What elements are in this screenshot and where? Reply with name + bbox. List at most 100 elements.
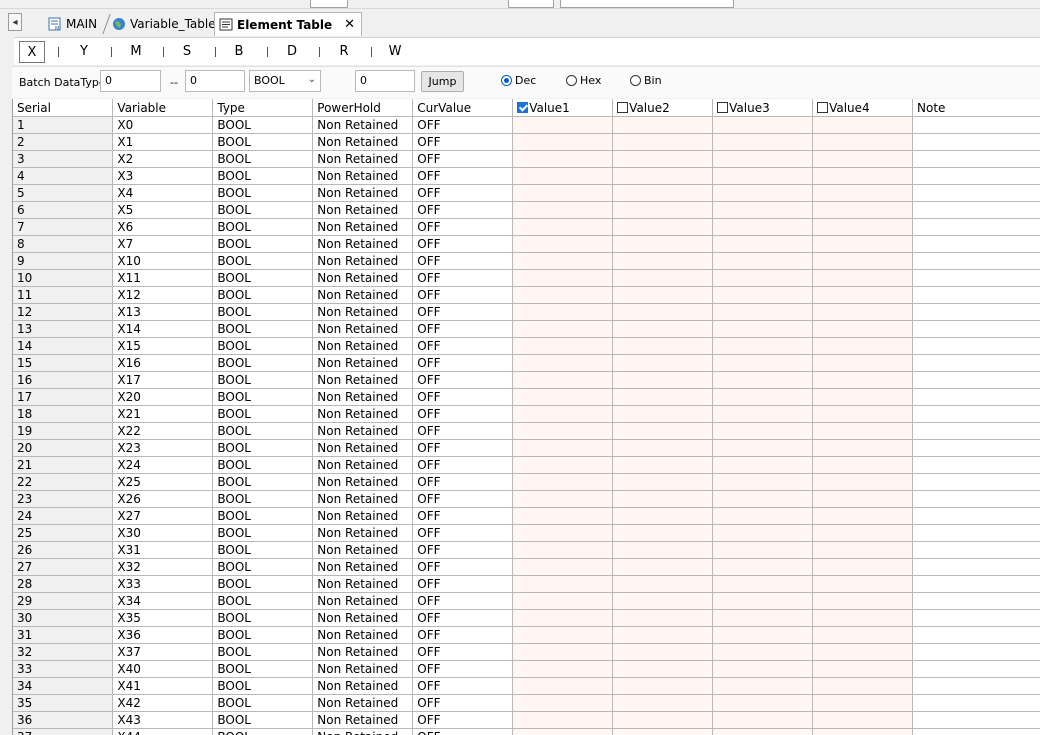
register-tab-x[interactable]: X bbox=[19, 41, 45, 63]
value4-cell[interactable] bbox=[812, 677, 914, 695]
variable-cell[interactable]: X31 bbox=[112, 541, 214, 559]
note-cell[interactable] bbox=[912, 473, 1040, 491]
table-row[interactable]: 10 X11 BOOL Non Retained OFF bbox=[13, 269, 1040, 287]
variable-cell[interactable]: X34 bbox=[112, 592, 214, 610]
value3-cell[interactable] bbox=[712, 235, 814, 253]
serial-cell[interactable]: 19 bbox=[13, 422, 114, 440]
variable-cell[interactable]: X3 bbox=[112, 167, 214, 185]
value2-cell[interactable] bbox=[612, 286, 714, 304]
note-cell[interactable] bbox=[912, 150, 1040, 168]
value4-cell[interactable] bbox=[812, 320, 914, 338]
variable-cell[interactable]: X17 bbox=[112, 371, 214, 389]
curvalue-cell[interactable]: OFF bbox=[412, 354, 514, 372]
col-header-value4[interactable]: Value4 bbox=[812, 99, 914, 117]
value4-cell[interactable] bbox=[812, 592, 914, 610]
col-header-curvalue[interactable]: CurValue bbox=[412, 99, 514, 117]
type-cell[interactable]: BOOL bbox=[212, 575, 314, 593]
curvalue-cell[interactable]: OFF bbox=[412, 592, 514, 610]
variable-cell[interactable]: X0 bbox=[112, 116, 214, 134]
curvalue-cell[interactable]: OFF bbox=[412, 677, 514, 695]
register-tab-y[interactable]: Y bbox=[71, 41, 97, 63]
powerhold-cell[interactable]: Non Retained bbox=[312, 524, 414, 542]
value4-cell[interactable] bbox=[812, 524, 914, 542]
table-row[interactable]: 8 X7 BOOL Non Retained OFF bbox=[13, 235, 1040, 253]
type-cell[interactable]: BOOL bbox=[212, 541, 314, 559]
type-cell[interactable]: BOOL bbox=[212, 167, 314, 185]
value2-cell[interactable] bbox=[612, 711, 714, 729]
type-cell[interactable]: BOOL bbox=[212, 218, 314, 236]
curvalue-cell[interactable]: OFF bbox=[412, 694, 514, 712]
value1-cell[interactable] bbox=[512, 728, 614, 735]
value3-cell[interactable] bbox=[712, 575, 814, 593]
value2-cell[interactable] bbox=[612, 728, 714, 735]
powerhold-cell[interactable]: Non Retained bbox=[312, 286, 414, 304]
serial-cell[interactable]: 8 bbox=[13, 235, 114, 253]
serial-cell[interactable]: 20 bbox=[13, 439, 114, 457]
serial-cell[interactable]: 3 bbox=[13, 150, 114, 168]
value4-cell[interactable] bbox=[812, 150, 914, 168]
variable-cell[interactable]: X25 bbox=[112, 473, 214, 491]
table-row[interactable]: 14 X15 BOOL Non Retained OFF bbox=[13, 337, 1040, 355]
type-cell[interactable]: BOOL bbox=[212, 626, 314, 644]
variable-cell[interactable]: X22 bbox=[112, 422, 214, 440]
value2-cell[interactable] bbox=[612, 626, 714, 644]
variable-cell[interactable]: X14 bbox=[112, 320, 214, 338]
table-row[interactable]: 5 X4 BOOL Non Retained OFF bbox=[13, 184, 1040, 202]
value2-cell[interactable] bbox=[612, 150, 714, 168]
register-tab-m[interactable]: M bbox=[123, 41, 149, 63]
value2-cell[interactable] bbox=[612, 303, 714, 321]
note-cell[interactable] bbox=[912, 507, 1040, 525]
serial-cell[interactable]: 9 bbox=[13, 252, 114, 270]
value1-cell[interactable] bbox=[512, 337, 614, 355]
value4-cell[interactable] bbox=[812, 252, 914, 270]
value4-cell[interactable] bbox=[812, 405, 914, 423]
value1-cell[interactable] bbox=[512, 133, 614, 151]
value2-cell[interactable] bbox=[612, 218, 714, 236]
value2-cell[interactable] bbox=[612, 371, 714, 389]
value1-cell[interactable] bbox=[512, 456, 614, 474]
value1-cell[interactable] bbox=[512, 388, 614, 406]
type-cell[interactable]: BOOL bbox=[212, 405, 314, 423]
serial-cell[interactable]: 22 bbox=[13, 473, 114, 491]
value3-cell[interactable] bbox=[712, 558, 814, 576]
value4-cell[interactable] bbox=[812, 286, 914, 304]
variable-cell[interactable]: X40 bbox=[112, 660, 214, 678]
note-cell[interactable] bbox=[912, 439, 1040, 457]
type-cell[interactable]: BOOL bbox=[212, 150, 314, 168]
powerhold-cell[interactable]: Non Retained bbox=[312, 320, 414, 338]
value4-cell[interactable] bbox=[812, 371, 914, 389]
value3-cell[interactable] bbox=[712, 269, 814, 287]
value3-cell[interactable] bbox=[712, 490, 814, 508]
radio-hex[interactable]: Hex bbox=[566, 74, 601, 87]
serial-cell[interactable]: 14 bbox=[13, 337, 114, 355]
serial-cell[interactable]: 13 bbox=[13, 320, 114, 338]
serial-cell[interactable]: 34 bbox=[13, 677, 114, 695]
curvalue-cell[interactable]: OFF bbox=[412, 643, 514, 661]
table-row[interactable]: 23 X26 BOOL Non Retained OFF bbox=[13, 490, 1040, 508]
variable-cell[interactable]: X41 bbox=[112, 677, 214, 695]
note-cell[interactable] bbox=[912, 252, 1040, 270]
batch-from-input[interactable]: 0 bbox=[100, 70, 161, 92]
variable-cell[interactable]: X27 bbox=[112, 507, 214, 525]
note-cell[interactable] bbox=[912, 405, 1040, 423]
type-cell[interactable]: BOOL bbox=[212, 456, 314, 474]
value4-cell[interactable] bbox=[812, 507, 914, 525]
value1-cell[interactable] bbox=[512, 541, 614, 559]
value2-cell[interactable] bbox=[612, 490, 714, 508]
value4-cell[interactable] bbox=[812, 643, 914, 661]
powerhold-cell[interactable]: Non Retained bbox=[312, 728, 414, 735]
curvalue-cell[interactable]: OFF bbox=[412, 269, 514, 287]
value1-cell[interactable] bbox=[512, 371, 614, 389]
value1-cell[interactable] bbox=[512, 405, 614, 423]
value3-cell[interactable] bbox=[712, 643, 814, 661]
powerhold-cell[interactable]: Non Retained bbox=[312, 354, 414, 372]
value4-cell[interactable] bbox=[812, 388, 914, 406]
variable-cell[interactable]: X23 bbox=[112, 439, 214, 457]
table-row[interactable]: 36 X43 BOOL Non Retained OFF bbox=[13, 711, 1040, 729]
note-cell[interactable] bbox=[912, 354, 1040, 372]
variable-cell[interactable]: X43 bbox=[112, 711, 214, 729]
table-row[interactable]: 7 X6 BOOL Non Retained OFF bbox=[13, 218, 1040, 236]
powerhold-cell[interactable]: Non Retained bbox=[312, 405, 414, 423]
table-row[interactable]: 1 X0 BOOL Non Retained OFF bbox=[13, 116, 1040, 134]
value2-cell[interactable] bbox=[612, 354, 714, 372]
